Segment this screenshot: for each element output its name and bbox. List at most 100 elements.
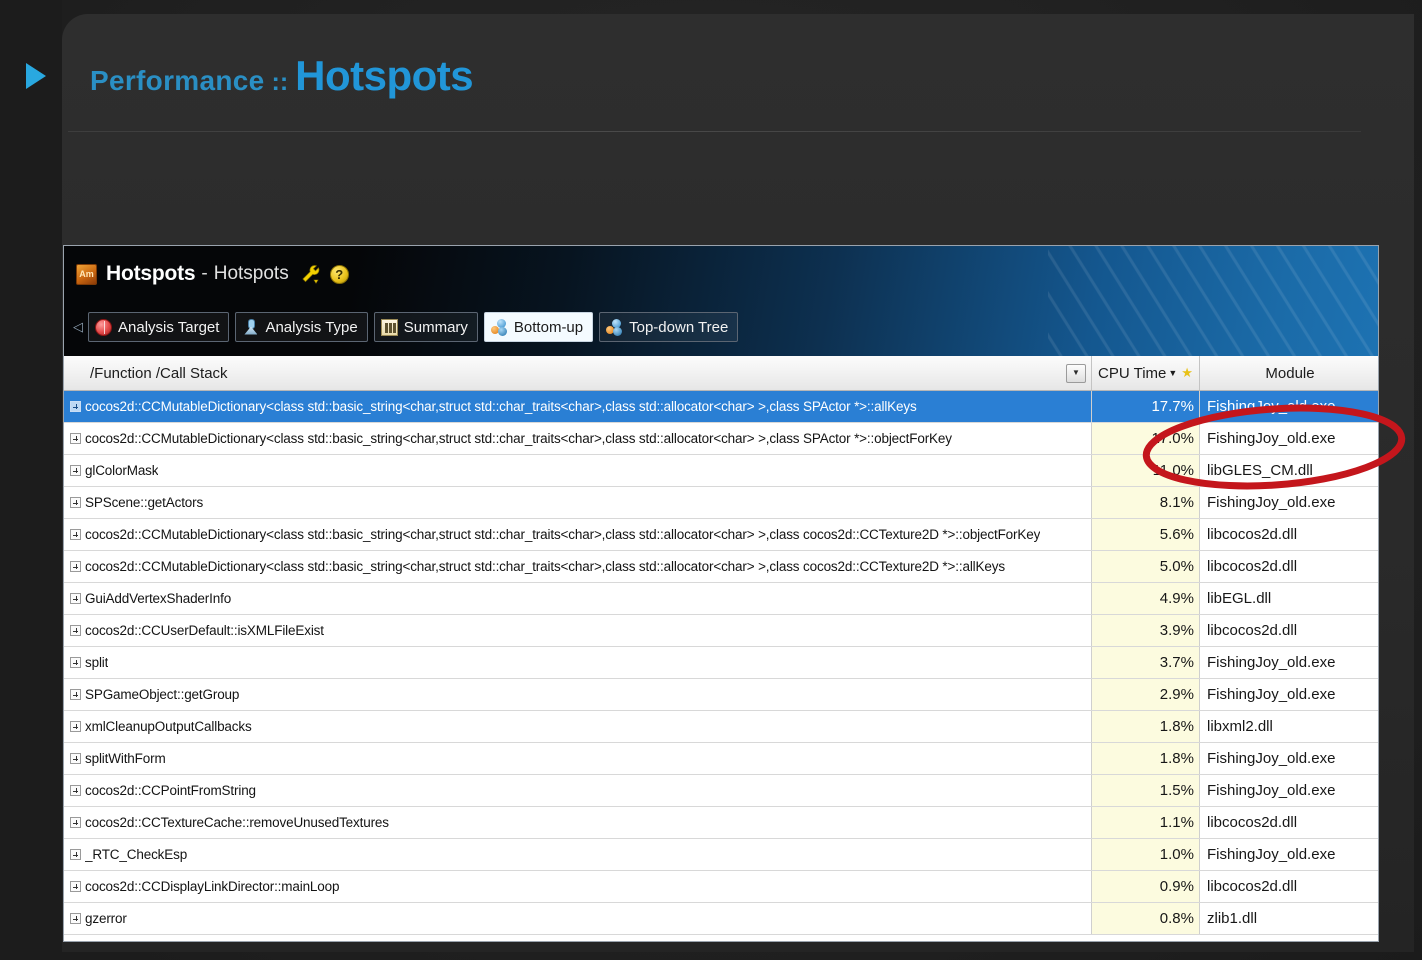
tab-summary[interactable]: Summary [373, 312, 478, 342]
expand-icon[interactable] [70, 497, 81, 508]
column-header-cpu-time[interactable]: CPU Time ▼ ★ [1092, 356, 1200, 390]
cell-module: FishingJoy_old.exe [1200, 839, 1378, 870]
expand-icon[interactable] [70, 849, 81, 860]
expand-icon[interactable] [70, 689, 81, 700]
cell-module: libxml2.dll [1200, 711, 1378, 742]
expand-icon[interactable] [70, 913, 81, 924]
expand-icon[interactable] [70, 561, 81, 572]
cell-function: cocos2d::CCDisplayLinkDirector::mainLoop [64, 871, 1092, 902]
page-title: Performance :: Hotspots [20, 46, 1320, 106]
table-row[interactable]: xmlCleanupOutputCallbacks 1.8% libxml2.dll [64, 711, 1378, 743]
table-row[interactable]: glColorMask 11.0% libGLES_CM.dll [64, 455, 1378, 487]
star-icon: ★ [1181, 365, 1193, 380]
hotspots-table: /Function /Call Stack ▼ CPU Time ▼ ★ Mod… [64, 356, 1378, 935]
table-row[interactable]: split 3.7% FishingJoy_old.exe [64, 647, 1378, 679]
cell-module: libcocos2d.dll [1200, 519, 1378, 550]
page-title-text: Performance :: Hotspots [90, 52, 474, 100]
table-row[interactable]: cocos2d::CCTextureCache::removeUnusedTex… [64, 807, 1378, 839]
function-name: cocos2d::CCMutableDictionary<class std::… [85, 399, 917, 414]
column-header-function-label: /Function /Call Stack [90, 364, 228, 382]
vtune-title-bar: Am Hotspots - Hotspots ? [76, 260, 349, 288]
tab-bottom-up[interactable]: Bottom-up [483, 312, 594, 342]
tab-analysis-target[interactable]: Analysis Target [88, 312, 230, 342]
cell-function: glColorMask [64, 455, 1092, 486]
expand-icon[interactable] [70, 657, 81, 668]
cell-function: cocos2d::CCMutableDictionary<class std::… [64, 519, 1092, 550]
expand-icon[interactable] [70, 785, 81, 796]
help-icon[interactable]: ? [329, 264, 349, 284]
table-row[interactable]: cocos2d::CCPointFromString 1.5% FishingJoy… [64, 775, 1378, 807]
cell-cpu-time: 11.0% [1092, 455, 1200, 486]
table-row[interactable]: cocos2d::CCDisplayLinkDirector::mainLoop… [64, 871, 1378, 903]
function-name: xmlCleanupOutputCallbacks [85, 719, 252, 734]
function-name: cocos2d::CCMutableDictionary<class std::… [85, 527, 1041, 542]
cell-cpu-time: 1.1% [1092, 807, 1200, 838]
cell-module: libcocos2d.dll [1200, 615, 1378, 646]
cell-cpu-time: 17.7% [1092, 391, 1200, 422]
table-row[interactable]: _RTC_CheckEsp 1.0% FishingJoy_old.exe [64, 839, 1378, 871]
wrench-icon[interactable] [300, 263, 322, 285]
expand-icon[interactable] [70, 401, 81, 412]
table-row[interactable]: cocos2d::CCUserDefault::isXMLFileExist 3.… [64, 615, 1378, 647]
function-name: cocos2d::CCMutableDictionary<class std::… [85, 559, 1005, 574]
table-row[interactable]: gzerror 0.8% zlib1.dll [64, 903, 1378, 935]
cell-cpu-time: 1.5% [1092, 775, 1200, 806]
function-name: _RTC_CheckEsp [85, 847, 188, 862]
page-title-prefix: Performance [90, 65, 265, 96]
cell-function: cocos2d::CCPointFromString [64, 775, 1092, 806]
table-row[interactable]: cocos2d::CCMutableDictionary<class std::… [64, 519, 1378, 551]
cell-module: FishingJoy_old.exe [1200, 647, 1378, 678]
bubbles-icon [606, 318, 623, 336]
function-name: gzerror [85, 911, 127, 926]
column-header-function[interactable]: /Function /Call Stack ▼ [64, 356, 1092, 390]
function-name: cocos2d::CCDisplayLinkDirector::mainLoop [85, 879, 340, 894]
function-name: SPScene::getActors [85, 495, 204, 510]
page-title-separator: :: [271, 68, 289, 96]
table-row[interactable]: SPGameObject::getGroup 2.9% FishingJoy_old… [64, 679, 1378, 711]
cell-module: libcocos2d.dll [1200, 807, 1378, 838]
table-row[interactable]: cocos2d::CCMutableDictionary<class std::… [64, 551, 1378, 583]
column-filter-button[interactable]: ▼ [1066, 363, 1086, 383]
table-row[interactable]: cocos2d::CCMutableDictionary<class std::… [64, 423, 1378, 455]
cell-function: split [64, 647, 1092, 678]
column-header-module[interactable]: Module [1200, 356, 1378, 390]
expand-icon[interactable] [70, 753, 81, 764]
column-header-cpu-time-label: CPU Time [1098, 364, 1167, 382]
tab-analysis-type-label: Analysis Type [265, 318, 358, 336]
title-divider [68, 131, 1361, 132]
expand-icon[interactable] [70, 721, 81, 732]
function-name: split [85, 655, 109, 670]
slide-background: Performance :: Hotspots Am Hotspots - Ho… [0, 0, 1422, 960]
expand-icon[interactable] [70, 881, 81, 892]
expand-icon[interactable] [70, 433, 81, 444]
function-name: cocos2d::CCMutableDictionary<class std::… [85, 431, 952, 446]
cell-module: libcocos2d.dll [1200, 551, 1378, 582]
analysis-type-icon [242, 318, 259, 336]
cell-function: cocos2d::CCMutableDictionary<class std::… [64, 551, 1092, 582]
table-row[interactable]: splitWithForm 1.8% FishingJoy_old.exe [64, 743, 1378, 775]
header-stripes-decoration [1048, 246, 1378, 356]
cell-cpu-time: 2.9% [1092, 679, 1200, 710]
summary-icon [380, 318, 398, 336]
expand-icon[interactable] [70, 465, 81, 476]
table-row[interactable]: cocos2d::CCMutableDictionary<class std::… [64, 391, 1378, 423]
cell-module: libEGL.dll [1200, 583, 1378, 614]
cell-module: FishingJoy_old.exe [1200, 487, 1378, 518]
expand-icon[interactable] [70, 817, 81, 828]
cell-function: gzerror [64, 903, 1092, 934]
cell-function: cocos2d::CCUserDefault::isXMLFileExist [64, 615, 1092, 646]
sort-descending-icon: ▼ [1168, 368, 1178, 378]
tab-top-down-tree[interactable]: Top-down Tree [599, 312, 739, 342]
expand-icon[interactable] [70, 593, 81, 604]
cell-cpu-time: 4.9% [1092, 583, 1200, 614]
tab-analysis-type[interactable]: Analysis Type [235, 312, 368, 342]
amplifier-icon: Am [76, 263, 97, 285]
vtune-window: Am Hotspots - Hotspots ? ◁ Analysis Targ… [63, 245, 1379, 942]
toolbar-collapse-arrow[interactable]: ◁ [73, 319, 83, 335]
expand-icon[interactable] [70, 529, 81, 540]
function-name: cocos2d::CCTextureCache::removeUnusedTex… [85, 815, 389, 830]
table-row[interactable]: GuiAddVertexShaderInfo 4.9% libEGL.dll [64, 583, 1378, 615]
cell-cpu-time: 0.8% [1092, 903, 1200, 934]
table-row[interactable]: SPScene::getActors 8.1% FishingJoy_old.exe [64, 487, 1378, 519]
expand-icon[interactable] [70, 625, 81, 636]
